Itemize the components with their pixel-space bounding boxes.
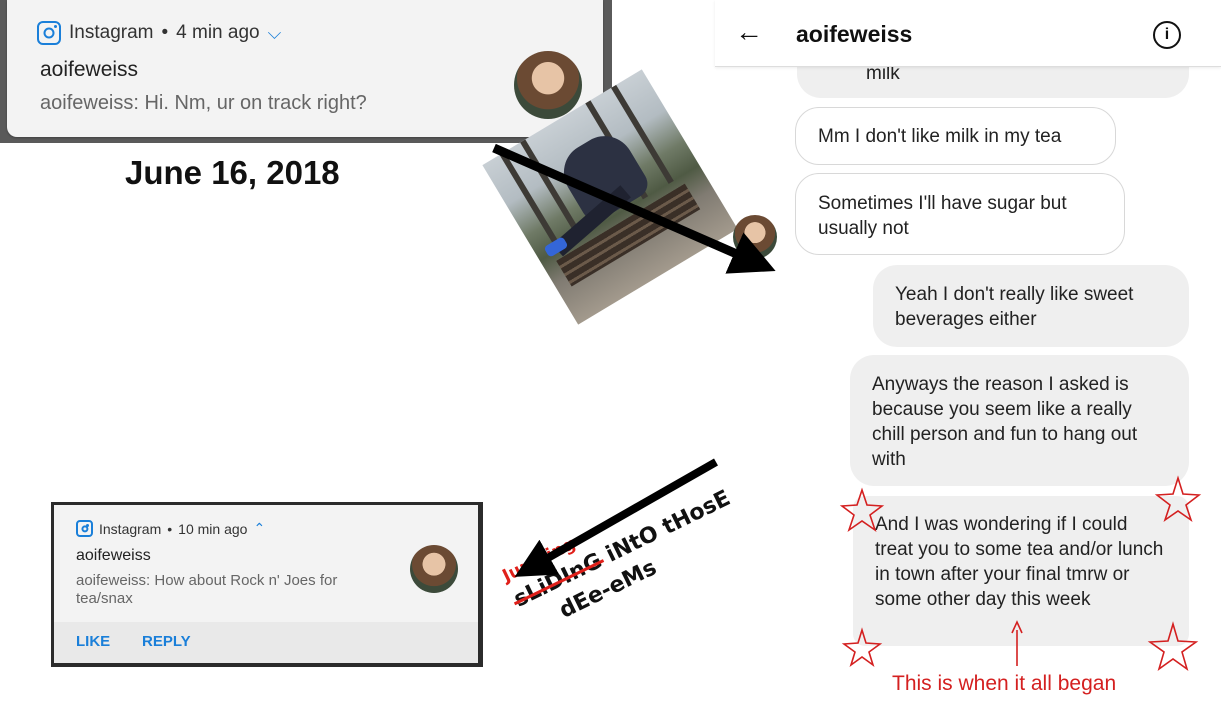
star-icon: [1147, 621, 1199, 671]
arrow: [514, 458, 718, 577]
chat-title: aoifeweiss: [796, 21, 913, 47]
arrow: [492, 143, 776, 274]
chat-header: ← aoifeweiss i: [715, 0, 1221, 67]
star-icon: [1154, 475, 1202, 523]
back-arrow-icon[interactable]: ←: [735, 16, 763, 48]
info-icon[interactable]: i: [1153, 21, 1181, 49]
star-icon: [839, 487, 885, 533]
star-icon: [841, 627, 883, 668]
annotation-overlay: [492, 143, 1202, 671]
